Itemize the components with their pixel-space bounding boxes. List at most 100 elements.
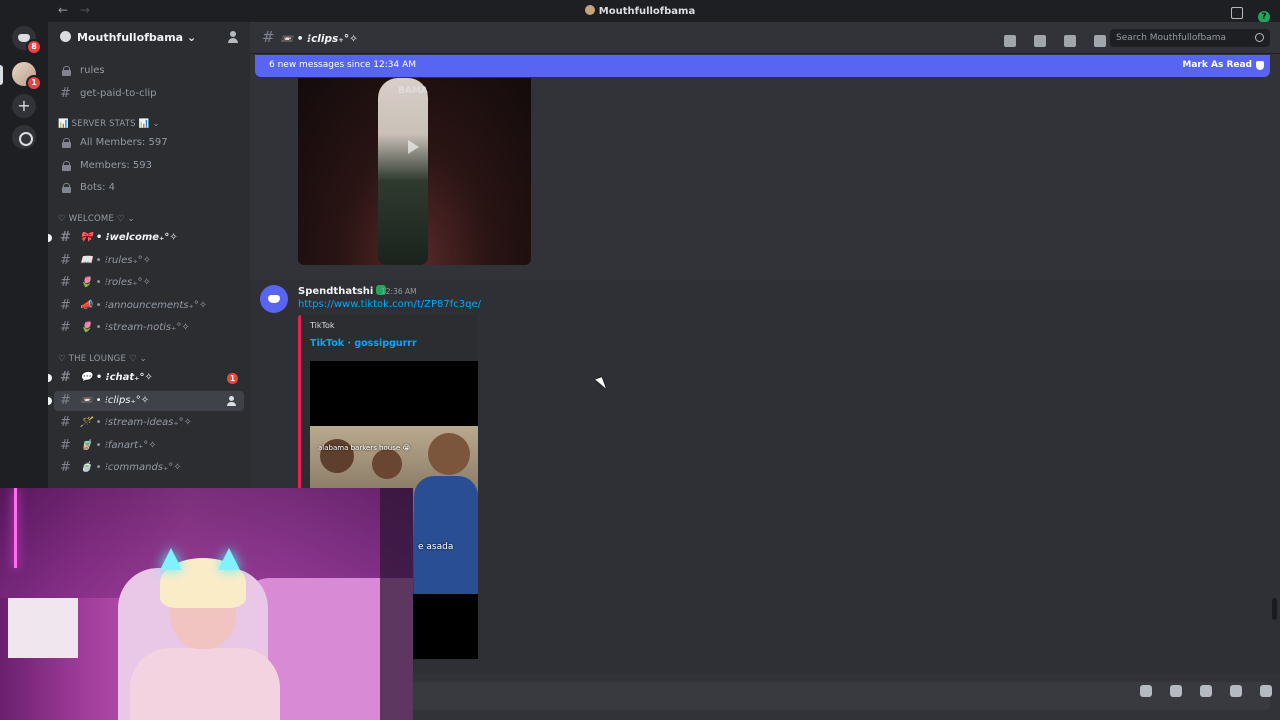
channel-roles[interactable]: # 🌷 • ⁝roles₊°✧ xyxy=(54,273,244,293)
channel-label: 📼 • ⁝clips₊°✧ xyxy=(80,395,150,406)
channel-announcements[interactable]: # 📣 • ⁝announcements₊°✧ xyxy=(54,296,244,316)
gift-icon[interactable] xyxy=(1139,685,1152,697)
video-person-body xyxy=(414,476,478,594)
explore-servers-icon[interactable] xyxy=(12,125,36,149)
search-input[interactable]: Search Mouthfullofbama xyxy=(1110,29,1270,47)
channel-label: get-paid-to-clip xyxy=(80,88,157,99)
stat-label: Members: 593 xyxy=(80,160,152,171)
invite-people-icon[interactable] xyxy=(228,31,240,43)
neon-light xyxy=(14,488,17,568)
header-toolbar xyxy=(1004,32,1119,51)
threads-icon[interactable] xyxy=(1004,35,1016,47)
member-list-icon[interactable] xyxy=(1094,35,1107,47)
channel-label: 🧋 • ⁝fanart₊°✧ xyxy=(80,440,157,451)
dm-badge: 8 xyxy=(26,39,42,55)
channel-rules[interactable]: rules xyxy=(54,61,244,81)
category-the-lounge[interactable]: ♡ THE LOUNGE ♡ ⌄ xyxy=(58,354,147,364)
category-welcome[interactable]: ♡ WELCOME ♡ ⌄ xyxy=(58,214,135,224)
hashtag-icon: # xyxy=(60,86,71,101)
window-title: Mouthfullofbama xyxy=(0,5,1280,17)
channel-chat[interactable]: # 💬 • ⁝chat₊°✧ 1 xyxy=(48,368,244,388)
webcam-edge-shadow xyxy=(380,488,413,720)
mention-badge: 1 xyxy=(227,373,238,384)
channel-get-paid-to-clip[interactable]: # get-paid-to-clip xyxy=(54,84,244,104)
vanity-desk xyxy=(8,598,78,658)
embed-provider: TikTok xyxy=(310,321,335,330)
channel-label: rules xyxy=(80,65,105,76)
avatar[interactable] xyxy=(260,285,288,313)
video-subject xyxy=(378,78,428,265)
new-messages-bar[interactable]: 6 new messages since 12:34 AM Mark As Re… xyxy=(255,55,1270,77)
pin-icon[interactable] xyxy=(1064,35,1077,47)
unread-indicator xyxy=(48,234,52,242)
video-overlay-text: BAMA xyxy=(398,86,428,96)
video-caption: alabama barkers house 😭 xyxy=(318,444,411,452)
gif-icon[interactable] xyxy=(1169,685,1182,697)
hashtag-icon: # xyxy=(60,230,71,245)
video-attachment[interactable]: BAMA xyxy=(298,78,531,265)
create-invite-icon[interactable] xyxy=(226,396,236,406)
scrollbar-thumb[interactable] xyxy=(1272,598,1277,620)
message-input[interactable] xyxy=(262,682,1270,710)
embed-title[interactable]: TikTok · gossipgurrr xyxy=(310,338,417,349)
new-messages-text: 6 new messages since 12:34 AM xyxy=(269,60,417,70)
server-name: Mouthfullofbama xyxy=(77,31,184,44)
server-badge: 1 xyxy=(26,75,42,91)
stat-members[interactable]: Members: 593 xyxy=(54,156,244,176)
unread-indicator xyxy=(48,374,52,382)
mark-read-icon xyxy=(1256,61,1264,70)
rules-channel-icon xyxy=(62,66,71,76)
composer-tools xyxy=(1127,682,1272,701)
mark-as-read-button[interactable]: Mark As Read xyxy=(1182,60,1252,70)
channel-label: 🎀 • ⁝welcome₊°✧ xyxy=(80,232,178,243)
message-author[interactable]: Spendthatshi xyxy=(298,285,387,297)
category-server-stats[interactable]: 📊 SERVER STATS 📊 ⌄ xyxy=(58,119,160,129)
channel-rules-2[interactable]: # 📖 • ⁝rules₊°✧ xyxy=(54,251,244,271)
window-title-text: Mouthfullofbama xyxy=(598,6,696,17)
streamer-body xyxy=(130,648,280,720)
message-timestamp: 12:36 AM xyxy=(381,287,417,296)
sticker-icon[interactable] xyxy=(1199,685,1212,697)
server-avatar-icon xyxy=(584,5,595,15)
channel-label: 📖 • ⁝rules₊°✧ xyxy=(80,255,152,266)
video-caption: e asada xyxy=(418,542,454,552)
stat-bots[interactable]: Bots: 4 xyxy=(54,178,244,198)
add-server-icon[interactable]: + xyxy=(12,94,36,118)
channel-stream-ideas[interactable]: # 🪄 • ⁝stream-ideas₊°✧ xyxy=(54,413,244,433)
channel-fanart[interactable]: # 🧋 • ⁝fanart₊°✧ xyxy=(54,436,244,456)
channel-label: 💬 • ⁝chat₊°✧ xyxy=(80,372,153,383)
channel-commands[interactable]: # 🍵 • ⁝commands₊°✧ xyxy=(54,458,244,478)
channel-label: 🍵 • ⁝commands₊°✧ xyxy=(80,462,182,473)
emoji-icon[interactable] xyxy=(1229,685,1242,697)
hashtag-icon: # xyxy=(60,298,71,313)
hashtag-icon: # xyxy=(60,438,71,453)
lock-icon xyxy=(62,183,71,193)
title-bar: ← → Mouthfullofbama ? xyxy=(0,0,1280,23)
server-emblem-icon xyxy=(60,31,71,42)
message-link[interactable]: https://www.tiktok.com/t/ZP87fc3qe/ xyxy=(298,299,481,310)
stat-all-members[interactable]: All Members: 597 xyxy=(54,133,244,153)
channel-label: 🌷 • ⁝stream-notis₊°✧ xyxy=(80,322,190,333)
play-icon[interactable] xyxy=(408,140,419,154)
channel-welcome[interactable]: # 🎀 • ⁝welcome₊°✧ xyxy=(48,228,244,248)
channel-clips[interactable]: # 📼 • ⁝clips₊°✧ xyxy=(48,391,244,411)
lock-icon xyxy=(62,138,71,148)
unread-indicator xyxy=(48,397,52,405)
title-actions: ? xyxy=(1221,4,1270,23)
apps-icon[interactable] xyxy=(1260,685,1272,697)
channel-label: 🪄 • ⁝stream-ideas₊°✧ xyxy=(80,417,193,428)
search-icon xyxy=(1255,33,1264,42)
channel-label: 🌷 • ⁝roles₊°✧ xyxy=(80,277,151,288)
stat-label: Bots: 4 xyxy=(80,182,116,193)
hashtag-icon: # xyxy=(60,460,71,475)
channel-stream-notis[interactable]: # 🌷 • ⁝stream-notis₊°✧ xyxy=(54,318,244,338)
lock-icon xyxy=(62,161,71,171)
channel-title: 📼 • ⁝clips₊°✧ xyxy=(280,33,358,45)
channel-label: 📣 • ⁝announcements₊°✧ xyxy=(80,300,208,311)
hashtag-icon: # xyxy=(60,415,71,430)
server-header[interactable]: Mouthfullofbama ⌄ xyxy=(48,22,250,54)
cat-ear-headphone-icon xyxy=(160,548,182,570)
inbox-icon[interactable] xyxy=(1230,7,1243,19)
mute-notifications-icon[interactable] xyxy=(1034,35,1047,47)
server-selected-pill xyxy=(0,65,3,85)
